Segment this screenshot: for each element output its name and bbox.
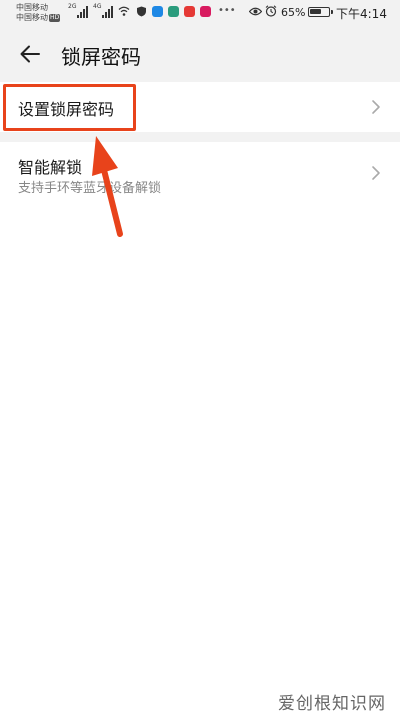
notification-app-icon-pink (200, 6, 211, 17)
alarm-clock-icon (265, 5, 277, 17)
smart-unlock-label: 智能解锁 (18, 158, 83, 177)
wifi-icon (118, 6, 130, 16)
chevron-right-icon (372, 100, 380, 114)
page-title: 锁屏密码 (61, 45, 141, 69)
eye-comfort-icon (249, 7, 262, 16)
watermark: 爱创根知识网 (278, 694, 386, 714)
carrier-labels: 中国移动 中国移动 HD (16, 3, 61, 23)
arrow-left-icon[interactable] (18, 42, 42, 66)
red-arrow-icon (92, 136, 123, 237)
carrier-1-label: 中国移动 (16, 3, 48, 12)
notification-app-icon-green (168, 6, 179, 17)
notification-app-icon-red (184, 6, 195, 17)
more-notifications-icon: ••• (218, 5, 236, 16)
signal-icon-2 (102, 6, 113, 18)
network-type-1: 2G (68, 3, 77, 10)
chevron-right-icon (372, 166, 380, 180)
notification-shield-icon (137, 6, 146, 17)
battery-icon (308, 7, 333, 17)
battery-percentage: 65% (281, 6, 306, 19)
notification-app-icon-blue (152, 6, 163, 17)
highlight-box (3, 84, 136, 131)
hd-badge: HD (49, 14, 61, 22)
status-bar: 中国移动 中国移动 HD 2G 4G ••• 65% 下午4:14 (0, 0, 400, 28)
status-time: 下午4:14 (336, 7, 387, 21)
battery-fill (310, 9, 322, 14)
title-bar: 锁屏密码 (0, 28, 400, 80)
carrier-2-label: 中国移动 HD (16, 13, 61, 22)
smart-unlock-item[interactable]: 智能解锁 支持手环等蓝牙设备解锁 (0, 142, 400, 204)
network-type-2: 4G (93, 3, 102, 10)
signal-icon-1 (77, 6, 88, 18)
section-divider (0, 132, 400, 142)
